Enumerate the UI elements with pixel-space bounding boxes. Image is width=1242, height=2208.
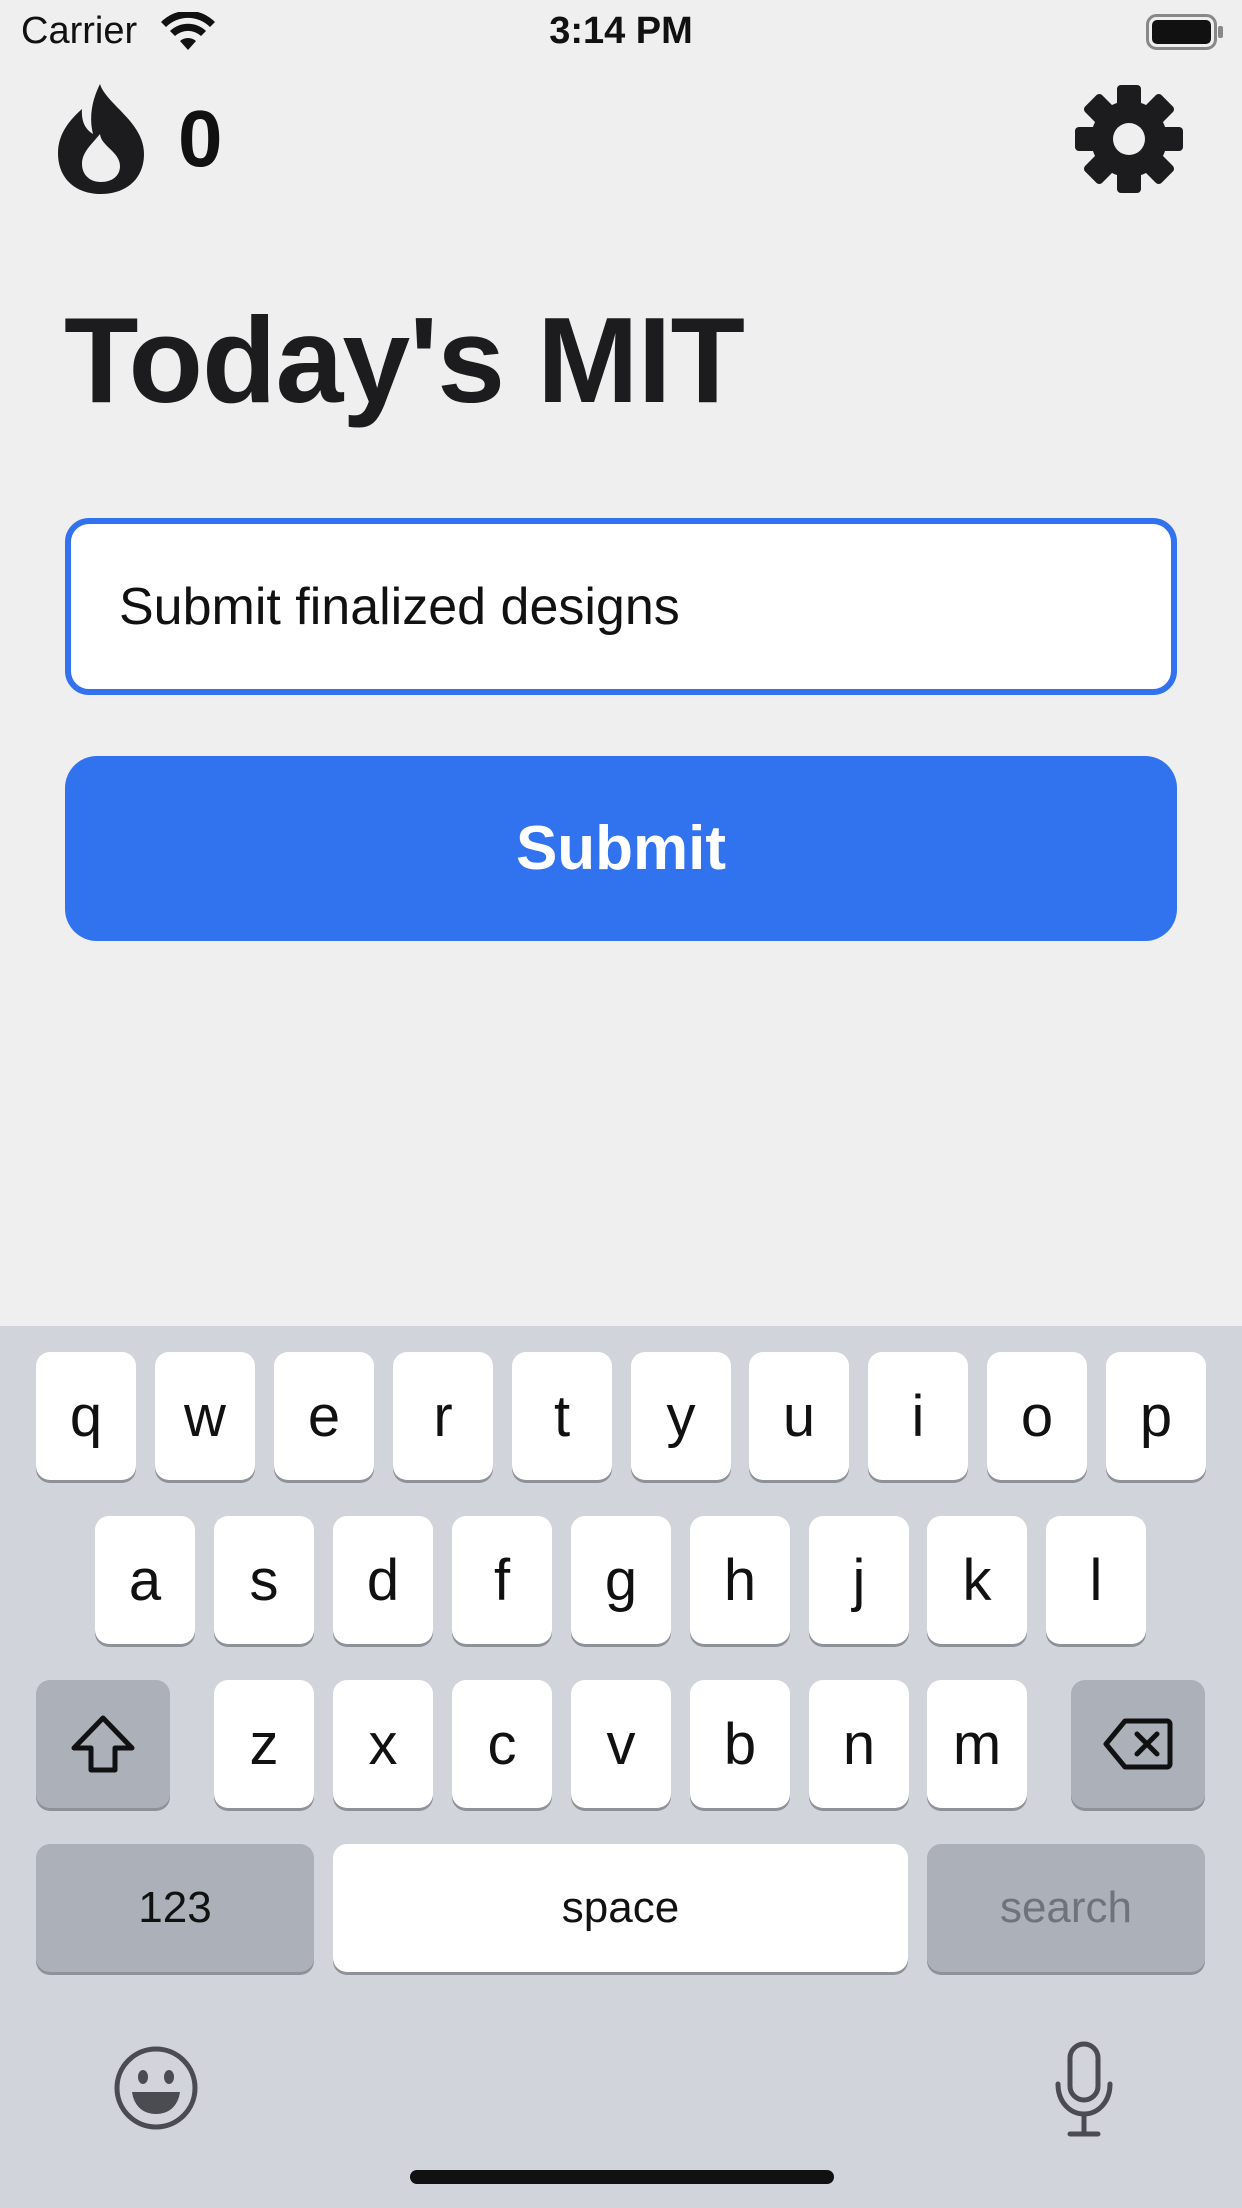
key-i[interactable]: i <box>868 1352 968 1480</box>
key-q[interactable]: q <box>36 1352 136 1480</box>
battery-icon <box>1146 14 1223 50</box>
shift-icon <box>71 1715 135 1773</box>
shift-key[interactable] <box>36 1680 170 1808</box>
key-e[interactable]: e <box>274 1352 374 1480</box>
key-y[interactable]: y <box>631 1352 731 1480</box>
emoji-button[interactable] <box>112 2044 200 2132</box>
key-l[interactable]: l <box>1046 1516 1146 1644</box>
flame-icon <box>58 84 144 194</box>
settings-button[interactable] <box>1074 84 1184 194</box>
submit-button[interactable]: Submit <box>65 756 1177 941</box>
key-w[interactable]: w <box>155 1352 255 1480</box>
key-o[interactable]: o <box>987 1352 1087 1480</box>
key-x[interactable]: x <box>333 1680 433 1808</box>
key-v[interactable]: v <box>571 1680 671 1808</box>
key-m[interactable]: m <box>927 1680 1027 1808</box>
key-f[interactable]: f <box>452 1516 552 1644</box>
dictation-button[interactable] <box>1052 2040 1116 2140</box>
key-h[interactable]: h <box>690 1516 790 1644</box>
key-k[interactable]: k <box>927 1516 1027 1644</box>
search-key[interactable]: search <box>927 1844 1205 1972</box>
key-t[interactable]: t <box>512 1352 612 1480</box>
mit-input[interactable] <box>65 518 1177 695</box>
numbers-key[interactable]: 123 <box>36 1844 314 1972</box>
status-time: 3:14 PM <box>549 10 693 52</box>
key-p[interactable]: p <box>1106 1352 1206 1480</box>
key-r[interactable]: r <box>393 1352 493 1480</box>
status-bar: Carrier 3:14 PM <box>0 0 1242 66</box>
key-c[interactable]: c <box>452 1680 552 1808</box>
key-j[interactable]: j <box>809 1516 909 1644</box>
key-s[interactable]: s <box>214 1516 314 1644</box>
home-indicator <box>410 2170 834 2184</box>
key-b[interactable]: b <box>690 1680 790 1808</box>
delete-icon <box>1103 1718 1173 1770</box>
key-n[interactable]: n <box>809 1680 909 1808</box>
streak-count: 0 <box>178 94 223 183</box>
key-z[interactable]: z <box>214 1680 314 1808</box>
page-title: Today's MIT <box>64 292 745 428</box>
microphone-icon <box>1055 2041 1113 2137</box>
key-u[interactable]: u <box>749 1352 849 1480</box>
space-key[interactable]: space <box>333 1844 908 1972</box>
key-g[interactable]: g <box>571 1516 671 1644</box>
app-screen: Carrier 3:14 PM 0 Today's MIT Submit fin… <box>0 0 1242 2208</box>
delete-key[interactable] <box>1071 1680 1205 1808</box>
key-a[interactable]: a <box>95 1516 195 1644</box>
key-d[interactable]: d <box>333 1516 433 1644</box>
gear-icon <box>1075 85 1183 193</box>
emoji-icon <box>114 2046 198 2130</box>
